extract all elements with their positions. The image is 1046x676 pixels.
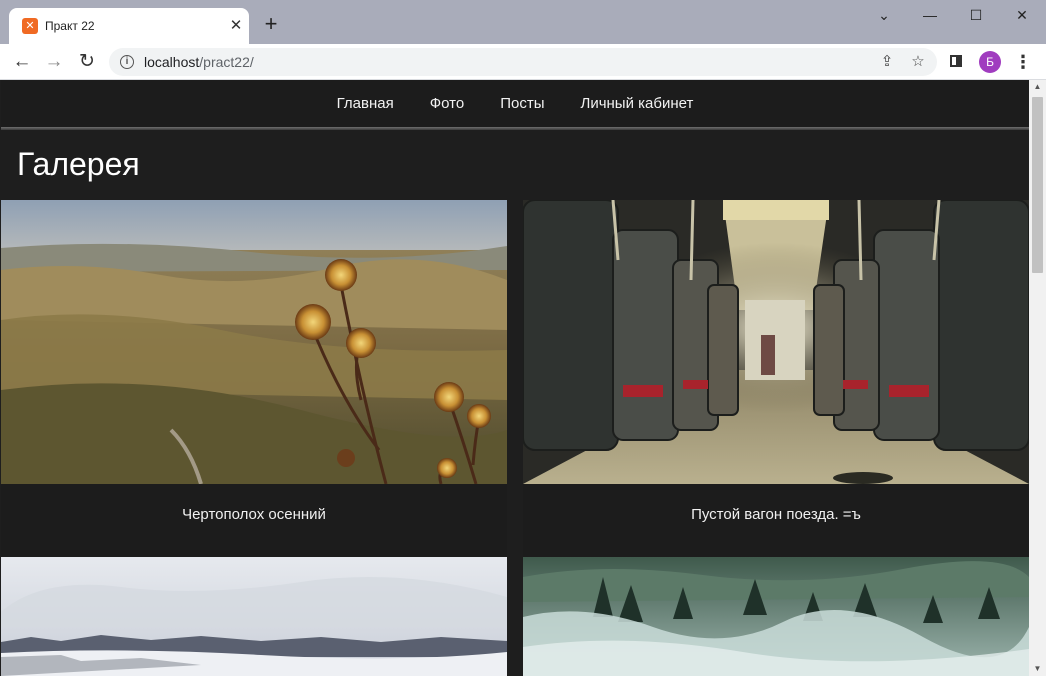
empty-train-car-photo[interactable] — [523, 200, 1029, 484]
share-icon[interactable]: ⇪ — [877, 52, 897, 72]
gallery-card-caption: Пустой вагон поезда. =ъ — [691, 506, 861, 523]
gallery-card[interactable]: Чертополох осенний — [1, 200, 507, 557]
nav-link-photo[interactable]: Фото — [430, 94, 464, 114]
site-info-icon[interactable]: i — [120, 55, 134, 69]
bookmark-star-icon[interactable]: ☆ — [908, 52, 928, 72]
url-text[interactable]: localhost/pract22/ — [144, 54, 254, 70]
scroll-up-arrow-icon[interactable]: ▲ — [1029, 80, 1046, 94]
reload-icon[interactable]: ↻ — [74, 49, 100, 75]
thistle-mountains-photo[interactable] — [1, 200, 507, 484]
minimize-button[interactable]: — — [907, 0, 953, 30]
tab-search-dropdown-icon[interactable]: ⌄ — [861, 0, 907, 30]
snowy-forest-photo[interactable] — [1, 557, 507, 676]
url-path: /pract22/ — [199, 54, 254, 70]
page-title: Галерея — [17, 146, 140, 182]
close-window-button[interactable]: ✕ — [999, 0, 1045, 30]
forward-arrow-icon[interactable]: → — [41, 49, 67, 75]
gallery-card[interactable] — [1, 557, 507, 676]
back-arrow-icon[interactable]: ← — [9, 49, 35, 75]
xampp-favicon-icon: ✕ — [22, 18, 38, 34]
kebab-menu-icon[interactable]: ⋮ — [1014, 49, 1032, 75]
browser-toolbar: ← → ↻ i localhost/pract22/ ⇪ ☆ Б ⋮ — [0, 44, 1046, 80]
maximize-button[interactable]: ☐ — [953, 0, 999, 30]
nav-link-home[interactable]: Главная — [337, 94, 394, 114]
tab-title: Практ 22 — [45, 19, 95, 33]
profile-avatar[interactable]: Б — [979, 51, 1001, 73]
gallery-card[interactable] — [523, 557, 1029, 676]
new-tab-button[interactable]: + — [259, 13, 283, 37]
tab-close-icon[interactable]: ✕ — [227, 17, 245, 35]
gallery-card-caption: Чертополох осенний — [182, 506, 326, 523]
gallery-card[interactable]: Пустой вагон поезда. =ъ — [523, 200, 1029, 557]
gallery-page: Главная Фото Посты Личный кабинет Галере… — [1, 80, 1029, 676]
url-host: localhost — [144, 54, 200, 70]
misty-forest-photo[interactable] — [523, 557, 1029, 676]
site-navigation: Главная Фото Посты Личный кабинет — [1, 80, 1029, 127]
page-viewport: Главная Фото Посты Личный кабинет Галере… — [0, 80, 1046, 676]
scroll-down-arrow-icon[interactable]: ▼ — [1029, 662, 1046, 676]
browser-tab[interactable]: ✕ Практ 22 ✕ — [9, 8, 249, 44]
nav-link-posts[interactable]: Посты — [500, 94, 544, 114]
scrollbar-thumb[interactable] — [1032, 97, 1043, 273]
browser-titlebar: ✕ Практ 22 ✕ + ⌄ — ☐ ✕ — [0, 0, 1046, 44]
page-scrollbar[interactable]: ▲ ▼ — [1029, 80, 1046, 676]
side-panel-icon[interactable] — [950, 55, 962, 67]
address-bar[interactable]: i localhost/pract22/ ⇪ ☆ — [109, 48, 937, 76]
nav-divider — [1, 127, 1029, 130]
nav-link-account[interactable]: Личный кабинет — [580, 94, 693, 114]
